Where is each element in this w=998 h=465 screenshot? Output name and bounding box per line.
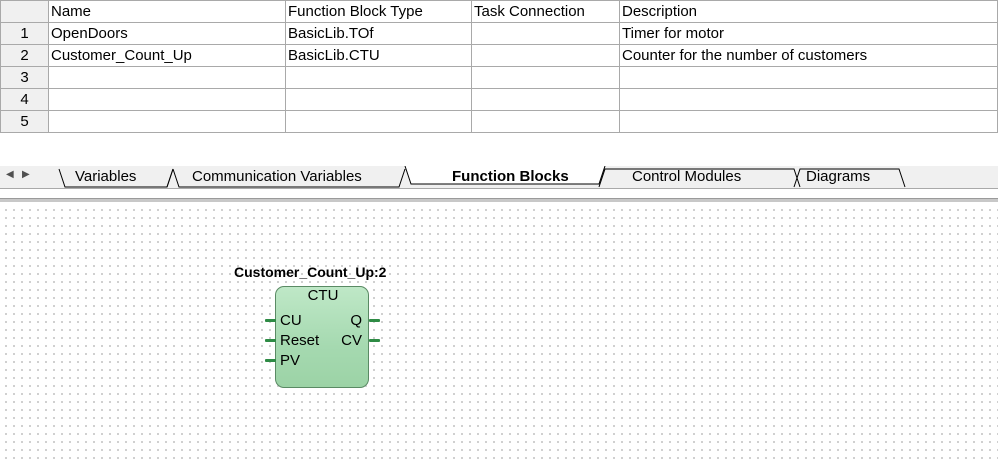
task-connection-cell[interactable] bbox=[471, 88, 620, 111]
pane-splitter[interactable] bbox=[0, 198, 998, 202]
table-row[interactable]: 4 bbox=[0, 88, 998, 111]
output-connector-cv[interactable] bbox=[369, 339, 380, 342]
row-number[interactable]: 3 bbox=[0, 66, 49, 89]
tab-control-modules[interactable]: Control Modules bbox=[632, 168, 741, 186]
table-header-row: Name Function Block Type Task Connection… bbox=[0, 0, 998, 23]
table-row[interactable]: 1 OpenDoors BasicLib.TOf Timer for motor bbox=[0, 22, 998, 45]
task-connection-cell[interactable] bbox=[471, 22, 620, 45]
name-cell[interactable]: Customer_Count_Up bbox=[48, 44, 286, 67]
task-connection-cell[interactable] bbox=[471, 110, 620, 133]
table-row[interactable]: 3 bbox=[0, 66, 998, 89]
name-cell[interactable] bbox=[48, 88, 286, 111]
input-pin-cu[interactable]: CU bbox=[280, 312, 302, 329]
output-connector-q[interactable] bbox=[369, 319, 380, 322]
tab-function-blocks[interactable]: Function Blocks bbox=[452, 168, 569, 186]
editor-tab-strip: ◀ ▶ Variables Communication Variables Fu… bbox=[0, 166, 998, 189]
function-block-ctu[interactable]: CTU CU Reset PV Q CV bbox=[275, 286, 369, 388]
table-row[interactable]: 2 Customer_Count_Up BasicLib.CTU Counter… bbox=[0, 44, 998, 67]
type-cell[interactable] bbox=[285, 110, 472, 133]
function-block-grid: Name Function Block Type Task Connection… bbox=[0, 0, 998, 133]
row-number[interactable]: 4 bbox=[0, 88, 49, 111]
column-header-name[interactable]: Name bbox=[48, 0, 286, 23]
input-pin-pv[interactable]: PV bbox=[280, 352, 300, 369]
name-cell[interactable]: OpenDoors bbox=[48, 22, 286, 45]
input-connector-pv[interactable] bbox=[265, 359, 276, 362]
row-number[interactable]: 2 bbox=[0, 44, 49, 67]
name-cell[interactable] bbox=[48, 66, 286, 89]
input-pin-reset[interactable]: Reset bbox=[280, 332, 319, 349]
task-connection-cell[interactable] bbox=[471, 66, 620, 89]
tab-variables[interactable]: Variables bbox=[75, 168, 136, 186]
corner-cell bbox=[0, 0, 49, 23]
row-number[interactable]: 1 bbox=[0, 22, 49, 45]
column-header-task-connection[interactable]: Task Connection bbox=[471, 0, 620, 23]
type-cell[interactable] bbox=[285, 66, 472, 89]
scroll-left-icon[interactable]: ◀ bbox=[6, 169, 14, 180]
function-block-table: Name Function Block Type Task Connection… bbox=[0, 0, 998, 166]
task-connection-cell[interactable] bbox=[471, 44, 620, 67]
type-cell[interactable] bbox=[285, 88, 472, 111]
diagram-canvas[interactable] bbox=[0, 204, 998, 465]
scroll-right-icon[interactable]: ▶ bbox=[22, 169, 30, 180]
input-connector-reset[interactable] bbox=[265, 339, 276, 342]
table-row[interactable]: 5 bbox=[0, 110, 998, 133]
description-cell[interactable] bbox=[619, 110, 998, 133]
type-cell[interactable]: BasicLib.CTU bbox=[285, 44, 472, 67]
column-header-description[interactable]: Description bbox=[619, 0, 998, 23]
input-connector-cu[interactable] bbox=[265, 319, 276, 322]
function-block-type-label: CTU bbox=[307, 287, 339, 304]
tab-communication-variables[interactable]: Communication Variables bbox=[192, 168, 362, 186]
description-cell[interactable]: Counter for the number of customers bbox=[619, 44, 998, 67]
output-pin-cv[interactable]: CV bbox=[341, 332, 362, 349]
name-cell[interactable] bbox=[48, 110, 286, 133]
description-cell[interactable]: Timer for motor bbox=[619, 22, 998, 45]
output-pin-q[interactable]: Q bbox=[350, 312, 362, 329]
tab-scroll-arrows: ◀ ▶ bbox=[0, 166, 44, 188]
tab-diagrams[interactable]: Diagrams bbox=[806, 168, 870, 186]
description-cell[interactable] bbox=[619, 88, 998, 111]
row-number[interactable]: 5 bbox=[0, 110, 49, 133]
type-cell[interactable]: BasicLib.TOf bbox=[285, 22, 472, 45]
column-header-function-block-type[interactable]: Function Block Type bbox=[285, 0, 472, 23]
function-block-instance-label: Customer_Count_Up:2 bbox=[234, 264, 387, 280]
description-cell[interactable] bbox=[619, 66, 998, 89]
